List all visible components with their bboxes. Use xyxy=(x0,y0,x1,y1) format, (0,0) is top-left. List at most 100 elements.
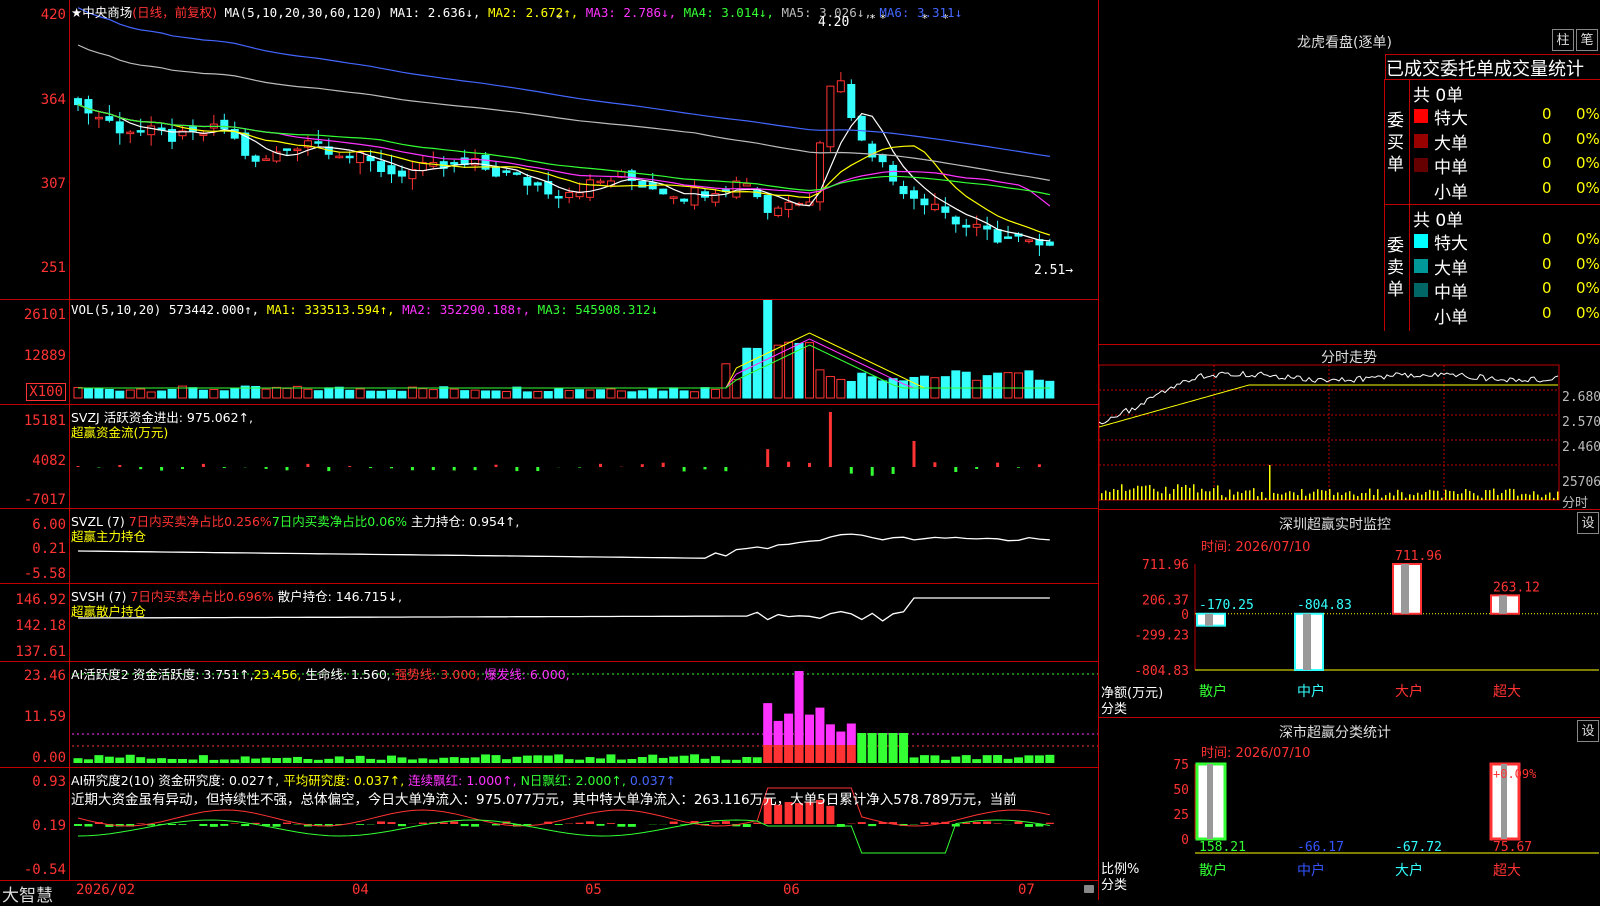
activity-bar xyxy=(251,759,260,763)
activity-bar xyxy=(408,759,417,763)
sell-row: 中单00% xyxy=(1410,278,1600,302)
candle-body xyxy=(534,183,541,185)
activity-bar xyxy=(920,755,929,763)
flow-bar xyxy=(1017,467,1020,468)
bar-mode-button[interactable]: 柱 xyxy=(1552,29,1574,51)
class-value-label: 75.67 xyxy=(1493,840,1532,855)
monitor-bar-shade xyxy=(1401,564,1409,614)
svzl-position: 主力持仓: 0.954↑, xyxy=(411,514,519,529)
intraday-volume-bar xyxy=(1237,492,1239,500)
candle-body xyxy=(451,163,458,165)
volume-bar xyxy=(806,343,814,398)
activity-bar xyxy=(230,760,239,763)
candle-body xyxy=(1025,240,1032,242)
candle-body xyxy=(837,81,844,92)
monitor-y-tick: 711.96 xyxy=(1142,558,1189,573)
activity-bar xyxy=(899,733,908,763)
ai-research-panel[interactable]: 0.93 0.19 -0.54 AI研究度2(10) 资金研究度: 0.027↑… xyxy=(0,768,1098,881)
candle-body xyxy=(513,173,520,175)
buy-row-count: 0 xyxy=(1542,130,1552,148)
svsh-subtitle: 超赢散户持仓 xyxy=(71,601,146,620)
flow-bar xyxy=(369,467,372,468)
svzl-panel[interactable]: 6.00 0.21 -5.58 SVZL (7) 7日内买卖净占比0.256%7… xyxy=(0,509,1098,584)
activity-bar xyxy=(638,757,647,763)
buy-total: 共 0单 xyxy=(1413,81,1463,106)
research-bar xyxy=(858,822,866,824)
intraday-volume-bar xyxy=(1265,498,1267,500)
activity-bar xyxy=(565,759,574,763)
svsh-panel[interactable]: 146.92 142.18 137.61 SVSH (7) 7日内买卖净占比0.… xyxy=(0,584,1098,662)
candle-body xyxy=(378,162,385,172)
sell-row-count: 0 xyxy=(1542,230,1552,248)
activity-bar xyxy=(680,756,689,763)
candle-body xyxy=(879,155,886,162)
class-category: 超大 xyxy=(1493,863,1521,879)
intraday-volume-bar xyxy=(1261,492,1263,500)
activity-bar xyxy=(930,755,939,763)
ai2-extra: 0.037↑ xyxy=(630,773,676,788)
intraday-volume-bar xyxy=(1157,491,1159,500)
activity-bar xyxy=(1004,759,1013,763)
research-bar xyxy=(973,822,981,824)
candle-body xyxy=(931,204,938,209)
flow-bar xyxy=(996,463,999,467)
activity-bar xyxy=(345,759,354,763)
tick-mode-button[interactable]: 笔 xyxy=(1576,29,1598,51)
buy-row-count: 0 xyxy=(1542,179,1552,197)
buy-row-name: 特大 xyxy=(1434,104,1468,129)
stock-title[interactable]: ★中央商场 xyxy=(71,5,132,20)
x-axis-label: 07 xyxy=(1018,882,1035,898)
price-low-mark: 2.51→ xyxy=(1034,263,1073,278)
volume-bar xyxy=(147,392,155,398)
volume-bar xyxy=(482,391,490,398)
activity-bar xyxy=(94,755,103,763)
volume-panel[interactable]: 26101 12889 X100 VOL(5,10,20) 573442.000… xyxy=(0,300,1098,405)
lhb-tabs[interactable]: 已成交委托单成交量统计 xyxy=(1385,54,1600,79)
ai-activity-panel[interactable]: 23.46 11.59 0.00 AI活跃度2 资金活跃度: 3.751↑,23… xyxy=(0,662,1098,768)
price-panel[interactable]: 420 364 307 251 ***** ★中央商场(日线，前复权) MA(5… xyxy=(0,0,1098,300)
intraday-volume-bar xyxy=(1489,490,1491,500)
intraday-volume-bar xyxy=(1457,494,1459,500)
research-bar xyxy=(983,821,991,824)
intraday-chart xyxy=(1099,345,1600,510)
candle-body xyxy=(200,134,207,136)
activity-bar xyxy=(606,754,615,763)
activity-bar xyxy=(941,760,950,763)
intraday-volume-bar xyxy=(1145,486,1147,500)
intraday-volume-bar xyxy=(1313,492,1315,500)
activity-bar xyxy=(84,759,93,763)
volume-bar xyxy=(994,373,1002,398)
svzj-panel[interactable]: 15181 4082 -7017 SVZJ 活跃资金进出: 975.062↑, … xyxy=(0,405,1098,509)
intraday-volume-bar xyxy=(1509,489,1511,500)
activity-bar xyxy=(387,756,396,763)
intraday-volume-bar xyxy=(1549,493,1551,500)
flow-bar xyxy=(578,467,581,468)
lhb-panel[interactable]: 龙虎看盘(逐单) 柱 笔 已成交委托单成交量统计 委买单 共 0单 特大00%大… xyxy=(1098,0,1600,345)
volume-bar xyxy=(419,389,427,398)
volume-bar xyxy=(84,389,92,398)
sell-row: 小单00% xyxy=(1410,303,1600,327)
flow-bar xyxy=(683,467,686,471)
activity-bar xyxy=(690,754,699,763)
buy-row: 小单00% xyxy=(1410,178,1600,202)
buy-section: 委买单 共 0单 特大00%大单00%中单00%小单00% xyxy=(1384,79,1600,205)
intraday-volume-bar xyxy=(1369,489,1371,500)
buy-row-pct: 0% xyxy=(1576,105,1600,123)
intraday-panel[interactable]: 分时走势 2.680 2.570 2.460 25706 分时 xyxy=(1098,345,1600,510)
class-bar-shade xyxy=(1207,764,1213,839)
intraday-volume-bar xyxy=(1433,491,1435,500)
sell-row-name: 大单 xyxy=(1434,254,1468,279)
ma3-value: MA3: 2.786↓, xyxy=(586,5,676,20)
volume-bar xyxy=(565,391,573,398)
candle-body xyxy=(503,171,510,173)
intraday-volume-bar xyxy=(1189,488,1191,500)
activity-bar xyxy=(575,760,584,763)
flow-bar xyxy=(787,462,790,467)
sz-monitor-panel[interactable]: 深圳超赢实时监控 设 时间: 2026/07/10 711.96206.370-… xyxy=(1098,510,1600,718)
activity-bar xyxy=(188,760,197,763)
monitor-bar-shade xyxy=(1303,614,1311,670)
monitor-value-label: 263.12 xyxy=(1493,580,1540,595)
sz-class-panel[interactable]: 深市超赢分类统计 设 时间: 2026/07/10 7550250158.21散… xyxy=(1098,718,1600,900)
lock-icon[interactable] xyxy=(1084,885,1094,893)
activity-bar xyxy=(889,733,898,763)
